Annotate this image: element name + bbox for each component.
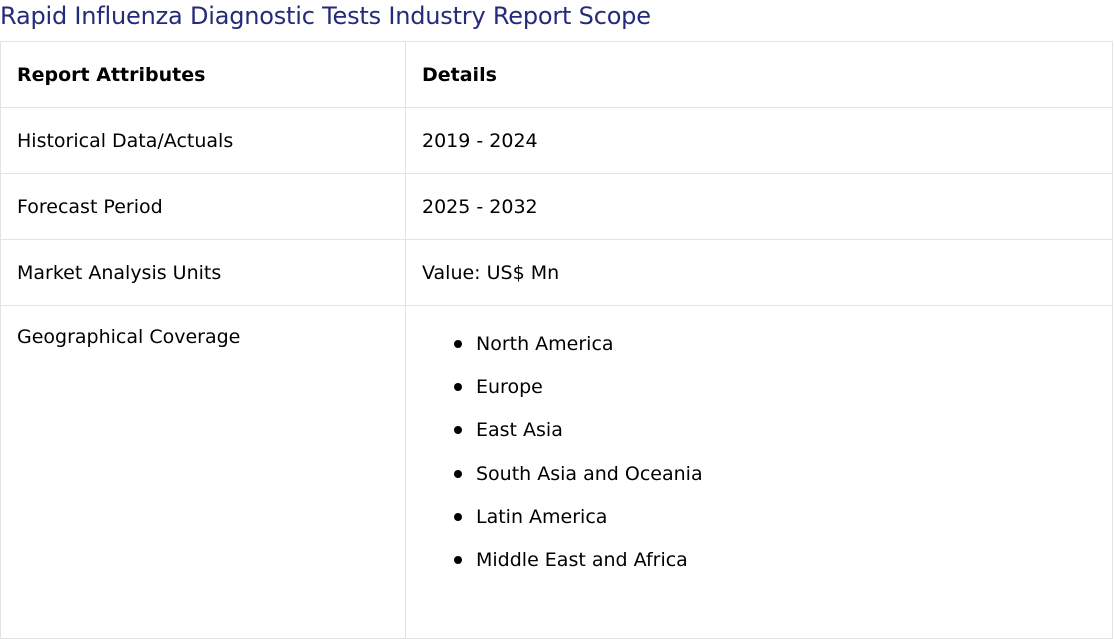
details-cell-geography: North America Europe East Asia South Asi… [405, 305, 1113, 639]
region-label: South Asia and Oceania [476, 462, 703, 485]
column-header-attributes: Report Attributes [0, 41, 406, 108]
report-scope-table: Report Attributes Details Historical Dat… [0, 41, 1113, 639]
attribute-cell-historical: Historical Data/Actuals [0, 107, 406, 174]
attribute-cell-units: Market Analysis Units [0, 239, 406, 306]
list-item: North America [454, 330, 1096, 373]
region-list: North America Europe East Asia South Asi… [422, 330, 1096, 589]
list-item: Latin America [454, 503, 1096, 546]
list-item: South Asia and Oceania [454, 460, 1096, 503]
list-item: East Asia [454, 416, 1096, 459]
page-title: Rapid Influenza Diagnostic Tests Industr… [0, 2, 651, 30]
details-cell-units: Value: US$ Mn [405, 239, 1113, 306]
details-cell-historical: 2019 - 2024 [405, 107, 1113, 174]
table-row: Market Analysis Units Value: US$ Mn [0, 239, 1113, 306]
bullet-icon [454, 383, 462, 392]
bullet-icon [454, 512, 462, 521]
attribute-cell-geography: Geographical Coverage [0, 305, 406, 639]
table-row: Forecast Period 2025 - 2032 [0, 173, 1113, 240]
region-label: East Asia [476, 419, 563, 442]
column-header-details: Details [405, 41, 1113, 108]
table-header-row: Report Attributes Details [0, 41, 1113, 108]
attribute-cell-forecast: Forecast Period [0, 173, 406, 240]
region-label: Europe [476, 376, 543, 399]
bullet-icon [454, 340, 462, 348]
list-item: Middle East and Africa [454, 546, 1096, 589]
bullet-icon [454, 555, 462, 564]
details-cell-forecast: 2025 - 2032 [405, 173, 1113, 240]
bullet-icon [454, 426, 462, 435]
region-label: North America [476, 333, 614, 355]
list-item: Europe [454, 373, 1096, 416]
table-row: Geographical Coverage North America Euro… [0, 305, 1113, 639]
bullet-icon [454, 469, 462, 478]
region-label: Latin America [476, 505, 608, 528]
region-label: Middle East and Africa [476, 548, 688, 571]
table-row: Historical Data/Actuals 2019 - 2024 [0, 107, 1113, 174]
